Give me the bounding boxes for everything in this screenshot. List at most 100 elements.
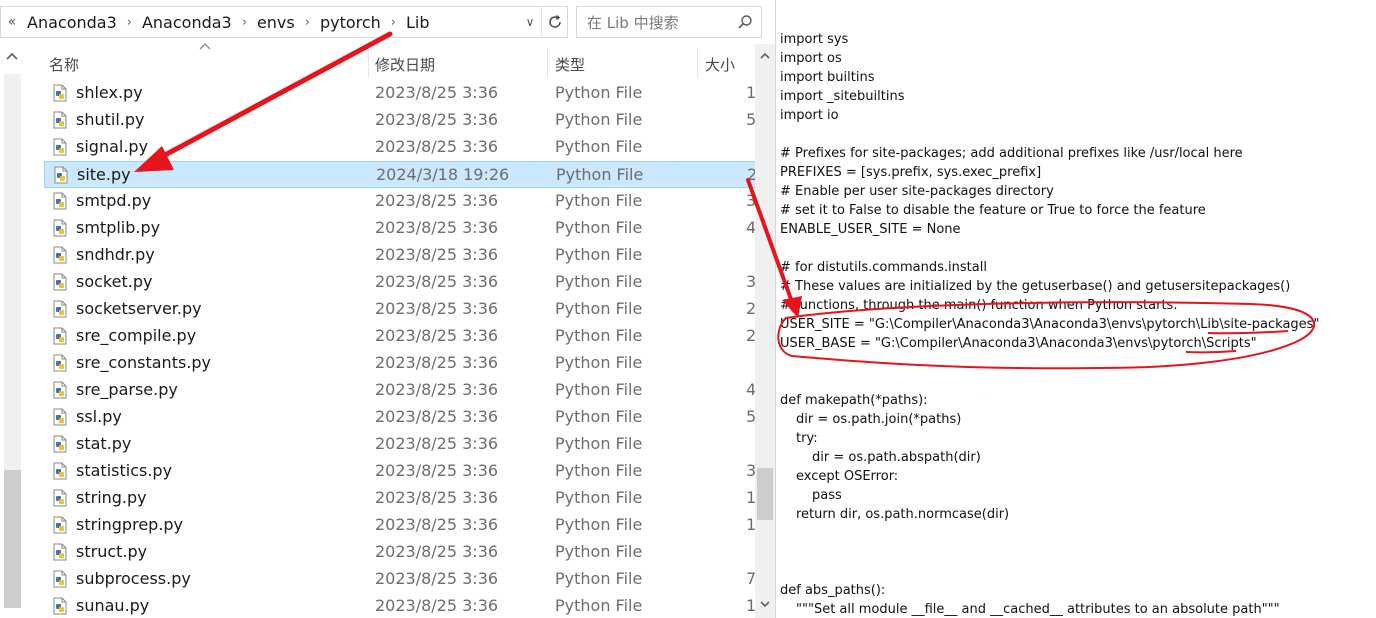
column-header-date-modified[interactable]: 修改日期 [375, 54, 435, 75]
file-type: Python File [555, 569, 643, 588]
file-type: Python File [555, 380, 643, 399]
overflow-chevron-icon[interactable]: « [1, 14, 23, 30]
file-date-modified: 2023/8/25 3:36 [375, 218, 499, 237]
scrollbar-thumb[interactable] [757, 468, 773, 520]
file-type: Python File [555, 110, 643, 129]
file-row[interactable]: stat.py 2023/8/25 3:36 Python File [44, 431, 756, 458]
scroll-up-chevron-icon[interactable] [760, 52, 770, 60]
code-line: import sys [780, 32, 849, 47]
python-file-icon [53, 111, 67, 129]
file-row[interactable]: sndhdr.py 2023/8/25 3:36 Python File [44, 242, 756, 269]
file-type: Python File [555, 407, 643, 426]
breadcrumb-item[interactable]: Anaconda3 [23, 13, 121, 32]
code-line: except OSError: [796, 469, 899, 484]
file-date-modified: 2023/8/25 3:36 [375, 434, 499, 453]
column-header-type[interactable]: 类型 [555, 54, 585, 75]
file-type: Python File [555, 353, 643, 372]
search-box[interactable]: 在 Lib 中搜索 [576, 6, 762, 38]
breadcrumb-separator-icon[interactable]: › [385, 15, 402, 30]
python-file-icon [53, 381, 67, 399]
navigation-pane-scrollbar[interactable] [0, 44, 24, 618]
file-row[interactable]: site.py 2024/3/18 19:26 Python File 2 [44, 161, 757, 188]
file-row[interactable]: socketserver.py 2023/8/25 3:36 Python File… [44, 296, 756, 323]
code-line: ENABLE_USER_SITE = None [780, 222, 961, 237]
file-name: socket.py [76, 272, 153, 291]
scroll-up-chevron-icon[interactable] [6, 52, 18, 60]
file-row[interactable]: shlex.py 2023/8/25 3:36 Python File 1 [44, 80, 756, 107]
breadcrumb-item[interactable]: Anaconda3 [138, 13, 236, 32]
column-header-size[interactable]: 大小 [705, 54, 735, 75]
python-file-icon [53, 516, 67, 534]
file-name: stringprep.py [76, 515, 184, 534]
file-name: struct.py [76, 542, 148, 561]
address-history-chevron-down-icon[interactable]: ∨ [519, 15, 541, 29]
python-file-icon [53, 543, 67, 561]
python-file-icon [53, 435, 67, 453]
code-line: def makepath(*paths): [780, 393, 928, 408]
code-line: return dir, os.path.normcase(dir) [796, 507, 1010, 522]
code-editor-pane[interactable]: import sys import os import builtins import… [777, 0, 1376, 618]
breadcrumb-separator-icon[interactable]: › [121, 15, 138, 30]
file-date-modified: 2023/8/25 3:36 [375, 137, 499, 156]
column-divider[interactable] [697, 48, 698, 78]
breadcrumb-item[interactable]: envs [253, 13, 299, 32]
file-type: Python File [555, 137, 643, 156]
file-date-modified: 2023/8/25 3:36 [375, 326, 499, 345]
file-type: Python File [555, 83, 643, 102]
python-file-icon [53, 300, 67, 318]
file-name: subprocess.py [76, 569, 191, 588]
file-name: shlex.py [76, 83, 143, 102]
file-row[interactable]: sre_parse.py 2023/8/25 3:36 Python File 4 [44, 377, 756, 404]
file-date-modified: 2023/8/25 3:36 [375, 191, 499, 210]
file-name: sre_parse.py [76, 380, 178, 399]
column-divider[interactable] [547, 48, 548, 78]
file-row[interactable]: subprocess.py 2023/8/25 3:36 Python File 7 [44, 566, 756, 593]
python-file-icon [53, 84, 67, 102]
refresh-button[interactable] [541, 7, 567, 37]
code-line: # set it to False to disable the feature… [780, 203, 1206, 218]
breadcrumb-item-current[interactable]: Lib [402, 13, 434, 32]
code-line: # These values are initialized by the ge… [780, 279, 1291, 294]
python-file-icon [53, 246, 67, 264]
code-line: # functions, through the main() function… [780, 298, 1178, 313]
scroll-down-chevron-icon[interactable] [760, 600, 770, 608]
file-row[interactable]: struct.py 2023/8/25 3:36 Python File [44, 539, 756, 566]
scrollbar-thumb[interactable] [4, 470, 21, 608]
python-file-icon [53, 138, 67, 156]
breadcrumb-item[interactable]: pytorch [316, 13, 385, 32]
file-row[interactable]: stringprep.py 2023/8/25 3:36 Python File 1 [44, 512, 756, 539]
code-line: def abs_paths(): [780, 583, 886, 598]
breadcrumb-separator-icon[interactable]: › [299, 15, 316, 30]
file-name: stat.py [76, 434, 132, 453]
column-divider[interactable] [368, 48, 369, 78]
python-file-icon [53, 273, 67, 291]
file-row[interactable]: sre_constants.py 2023/8/25 3:36 Python Fil… [44, 350, 756, 377]
column-header-name[interactable]: 名称 [49, 54, 79, 75]
file-name: string.py [76, 488, 147, 507]
file-row[interactable]: ssl.py 2023/8/25 3:36 Python File 5 [44, 404, 756, 431]
file-row[interactable]: shutil.py 2023/8/25 3:36 Python File 5 [44, 107, 756, 134]
file-row[interactable]: sunau.py 2023/8/25 3:36 Python File 1 [44, 593, 756, 618]
file-row[interactable]: smtpd.py 2023/8/25 3:36 Python File 3 [44, 188, 756, 215]
file-type: Python File [556, 165, 644, 184]
code-line: # Enable per user site-packages director… [780, 184, 1054, 199]
file-row[interactable]: signal.py 2023/8/25 3:36 Python File [44, 134, 756, 161]
code-line: pass [812, 488, 842, 503]
file-row[interactable]: statistics.py 2023/8/25 3:36 Python File 3 [44, 458, 756, 485]
breadcrumb-separator-icon[interactable]: › [236, 15, 253, 30]
file-date-modified: 2023/8/25 3:36 [375, 272, 499, 291]
code-line: import os [780, 51, 842, 66]
search-icon[interactable] [737, 14, 753, 30]
file-row[interactable]: socket.py 2023/8/25 3:36 Python File 3 [44, 269, 756, 296]
python-file-icon [53, 354, 67, 372]
file-row[interactable]: smtplib.py 2023/8/25 3:36 Python File 4 [44, 215, 756, 242]
file-type: Python File [555, 515, 643, 534]
file-row[interactable]: sre_compile.py 2023/8/25 3:36 Python File 2 [44, 323, 756, 350]
file-type: Python File [555, 326, 643, 345]
file-date-modified: 2023/8/25 3:36 [375, 245, 499, 264]
file-date-modified: 2023/8/25 3:36 [375, 110, 499, 129]
file-list-scrollbar[interactable] [755, 44, 775, 618]
file-row[interactable]: string.py 2023/8/25 3:36 Python File 1 [44, 485, 756, 512]
address-bar[interactable]: « Anaconda3 › Anaconda3 › envs › pytorch… [0, 6, 568, 38]
file-date-modified: 2023/8/25 3:36 [375, 461, 499, 480]
